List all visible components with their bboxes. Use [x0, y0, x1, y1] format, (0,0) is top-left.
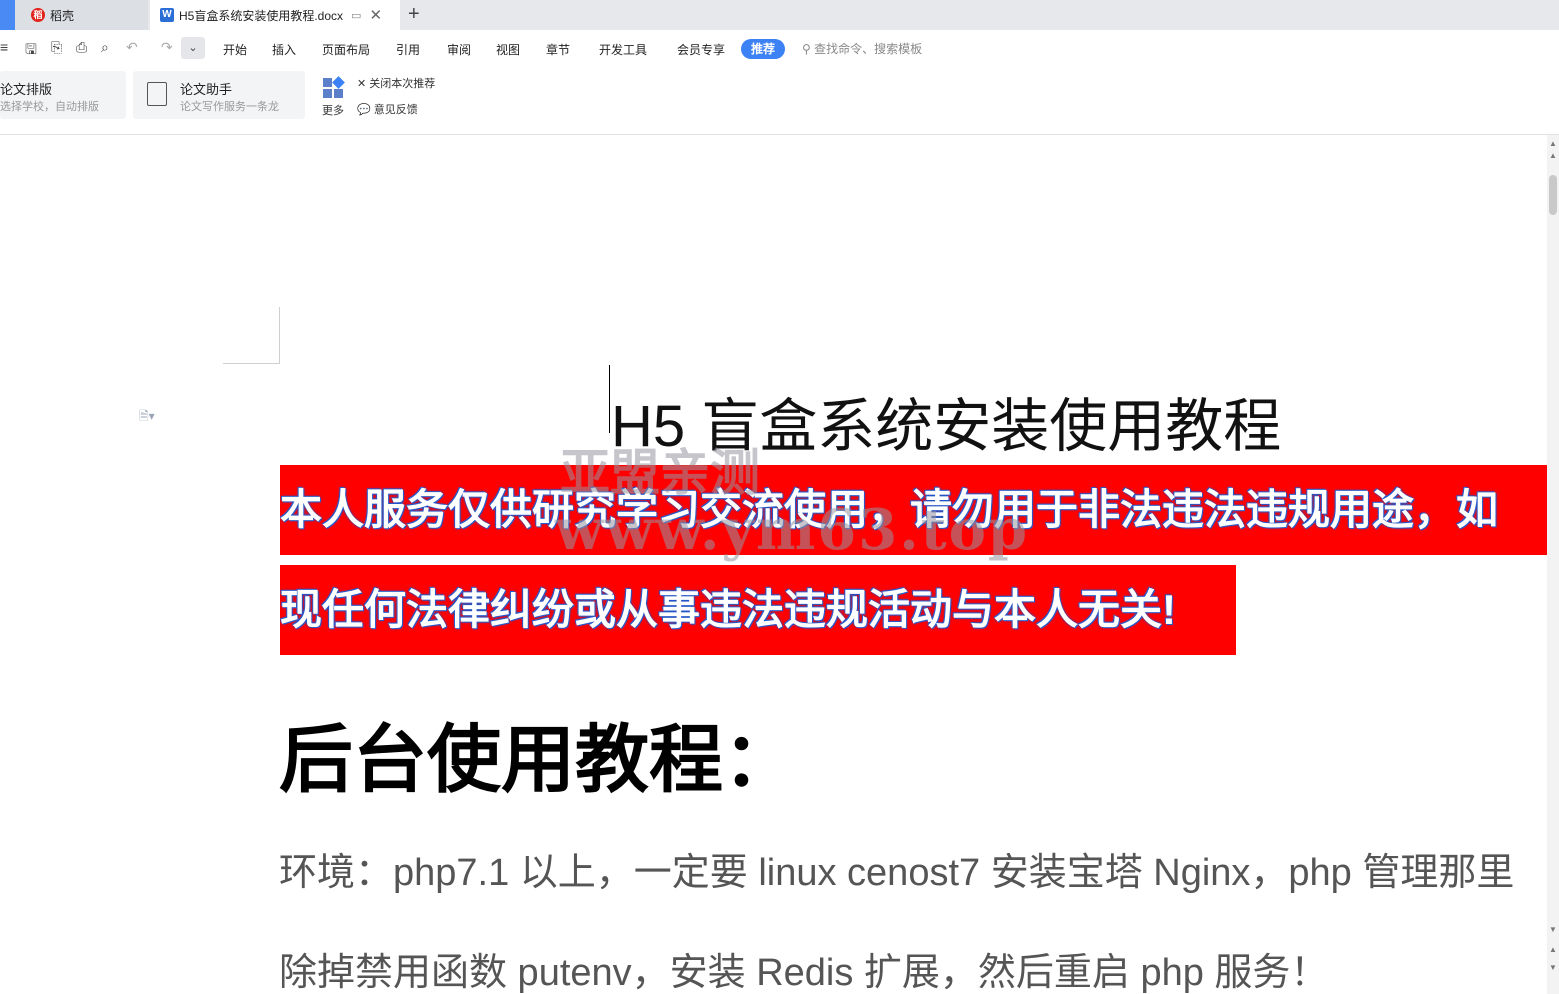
disclaimer-line-2: 现任何法律纠纷或从事违法违规活动与本人无关! — [280, 565, 1236, 655]
menu-page-layout[interactable]: 页面布局 — [322, 41, 370, 58]
menu-view[interactable]: 视图 — [496, 41, 520, 58]
watermark-text: 亚盟亲测 — [560, 443, 760, 502]
body-paragraph-1: 环境：php7.1 以上，一定要 linux cenost7 安装宝塔 Ngin… — [279, 852, 1515, 894]
scroll-up-icon[interactable]: ▲ — [1549, 151, 1557, 160]
print-icon[interactable]: ⎙ — [76, 39, 87, 56]
menu-insert[interactable]: 插入 — [272, 41, 296, 58]
menu-home[interactable]: 开始 — [223, 41, 247, 58]
tab-docer[interactable]: 稻 稻壳 — [15, 0, 148, 30]
save-icon[interactable]: 🖫 — [25, 39, 37, 63]
menu-review[interactable]: 审阅 — [447, 41, 471, 58]
close-recommend-label: 关闭本次推荐 — [369, 78, 436, 90]
word-doc-icon: W — [160, 8, 174, 22]
feedback-button[interactable]: 💬 意见反馈 — [357, 101, 418, 117]
document-canvas[interactable]: 🗎▾ H5 盲盒系统安装使用教程 本人服务仅供研究学习交流使用，请勿用于非法违法… — [0, 135, 1547, 994]
feedback-label: 意见反馈 — [373, 104, 418, 116]
thesis-assistant-title: 论文助手 — [180, 82, 233, 97]
undo-icon[interactable]: ↶ — [126, 39, 138, 56]
scroll-up-icon[interactable]: ▲ — [1549, 139, 1557, 148]
print-preview-icon[interactable]: ⌕ — [101, 39, 109, 56]
redo-icon[interactable]: ↷ — [161, 39, 173, 56]
menu-member[interactable]: 会员专享 — [677, 41, 725, 58]
more-apps-icon[interactable] — [323, 74, 347, 98]
docer-icon: 稻 — [31, 8, 45, 22]
menu-developer[interactable]: 开发工具 — [599, 41, 647, 58]
close-icon[interactable]: ✕ — [369, 6, 382, 24]
paragraph-options-icon[interactable]: 🗎▾ — [139, 407, 155, 428]
search-placeholder: 查找命令、搜索模板 — [814, 42, 923, 56]
menu-bar: ≡ 🖫 ⎘ ⎙ ⌕ ↶ ↷ ⌄ 开始 插入 页面布局 引用 审阅 视图 章节 开… — [0, 30, 1559, 68]
screen-icon[interactable]: ▭ — [351, 9, 361, 22]
tab-bar: 稻 稻壳 W H5盲盒系统安装使用教程.docx ▭ ✕ + — [0, 0, 1559, 30]
file-menu-icon[interactable]: ≡ — [0, 39, 8, 55]
margin-marker-horizontal — [223, 363, 280, 364]
tab-document-label: H5盲盒系统安装使用教程.docx — [179, 8, 344, 23]
thesis-format-title: 论文排版 — [0, 82, 53, 97]
thesis-assistant-subtitle: 论文写作服务一条龙 — [180, 101, 279, 113]
thesis-format-card[interactable]: 论文排版 选择学校，自动排版 — [0, 71, 126, 119]
watermark-url: www.ym63.top — [555, 497, 1030, 563]
tab-document[interactable]: W H5盲盒系统安装使用教程.docx ▭ ✕ — [150, 0, 400, 30]
new-tab-icon[interactable]: + — [408, 3, 420, 26]
close-recommend-button[interactable]: ✕ 关闭本次推荐 — [357, 75, 435, 91]
margin-marker-vertical — [279, 307, 280, 363]
command-search[interactable]: ⚲ 查找命令、搜索模板 — [802, 40, 922, 57]
search-icon: ⚲ — [802, 42, 811, 56]
next-page-icon[interactable]: ▼ — [1549, 963, 1557, 972]
body-paragraph-2: 除掉禁用函数 putenv，安装 Redis 扩展，然后重启 php 服务！ — [279, 952, 1329, 994]
prev-page-icon[interactable]: ▲ — [1549, 945, 1557, 954]
text-cursor — [609, 365, 610, 433]
thesis-assistant-icon — [147, 82, 167, 106]
thesis-format-subtitle: 选择学校，自动排版 — [0, 101, 99, 113]
more-label[interactable]: 更多 — [322, 102, 344, 118]
vertical-scrollbar[interactable]: ▲ ▲ ▼ ▲ ▼ — [1547, 135, 1559, 994]
section-heading: 后台使用教程： — [279, 718, 797, 801]
menu-references[interactable]: 引用 — [396, 41, 420, 58]
close-icon: ✕ — [357, 78, 367, 90]
scroll-down-icon[interactable]: ▼ — [1549, 925, 1557, 934]
menu-section[interactable]: 章节 — [546, 41, 570, 58]
scroll-thumb[interactable] — [1549, 175, 1557, 215]
thesis-assistant-card[interactable]: 论文助手 论文写作服务一条龙 — [133, 71, 305, 119]
app-menu-edge[interactable] — [0, 0, 15, 30]
feedback-icon: 💬 — [357, 104, 371, 116]
tab-docer-label: 稻壳 — [50, 8, 75, 23]
customize-toolbar-icon[interactable]: ⌄ — [181, 37, 205, 59]
ribbon: 论文排版 选择学校，自动排版 论文助手 论文写作服务一条龙 更多 ✕ 关闭本次推… — [0, 68, 1559, 135]
export-pdf-icon[interactable]: ⎘ — [51, 39, 62, 56]
menu-recommend[interactable]: 推荐 — [741, 39, 785, 59]
